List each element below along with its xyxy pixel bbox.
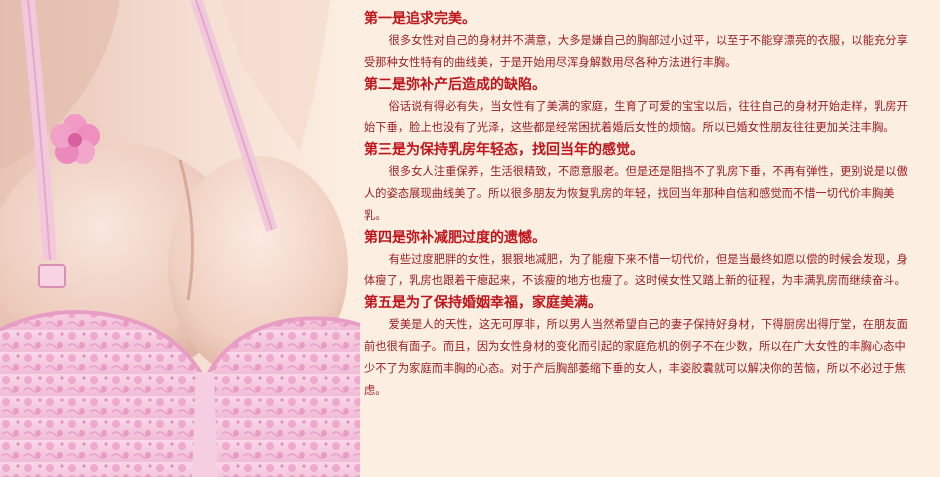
section-title: 第一是追求完美。 xyxy=(364,11,476,27)
section-title: 第二是弥补产后造成的缺陷。 xyxy=(364,76,546,93)
section-body: 很多女性对自己的身材并不满意，大多是嫌自己的胸部过小过平，以至于不能穿漂亮的衣服… xyxy=(364,34,908,69)
section-body: 有些过度肥胖的女性，狠狠地减肥，为了能瘦下来不惜一切代价，但是当最终如愿以偿的时… xyxy=(364,252,908,288)
section-title: 第三是为保持乳房年轻态，找回当年的感觉。 xyxy=(364,142,644,159)
section-4: 第四是弥补减肥过度的遗憾。 有些过度肥胖的女性，狠狠地减肥，为了能瘦下来不惜一切… xyxy=(364,227,912,293)
bra-photo xyxy=(0,0,360,477)
section-body: 很多女人注重保养，生活很精致，不愿意服老。但是还是阻挡不了乳房下垂，不再有弹性，… xyxy=(364,165,908,222)
section-body: 俗话说有得必有失，当女性有了美满的家庭，生育了可爱的宝宝以后，往往自己的身材开始… xyxy=(364,99,908,135)
section-3: 第三是为保持乳房年轻态，找回当年的感觉。 很多女人注重保养，生活很精致，不愿意服… xyxy=(364,139,912,226)
bra-illustration xyxy=(0,0,360,477)
section-5: 第五是为了保持婚姻幸福，家庭美满。 爱美是人的天性，这无可厚非，所以男人当然希望… xyxy=(364,292,912,401)
section-2: 第二是弥补产后造成的缺陷。 俗话说有得必有失，当女性有了美满的家庭，生育了可爱的… xyxy=(364,74,912,140)
section-title: 第五是为了保持婚姻幸福，家庭美满。 xyxy=(364,295,602,312)
section-title: 第四是弥补减肥过度的遗憾。 xyxy=(364,229,546,246)
article-content: 第一是追求完美。 很多女性对自己的身材并不满意，大多是嫌自己的胸部过小过平，以至… xyxy=(364,8,912,401)
section-body: 爱美是人的天性，这无可厚非，所以男人当然希望自己的妻子保持好身材，下得厨房出得厅… xyxy=(364,318,908,397)
section-1: 第一是追求完美。 很多女性对自己的身材并不满意，大多是嫌自己的胸部过小过平，以至… xyxy=(364,8,912,74)
